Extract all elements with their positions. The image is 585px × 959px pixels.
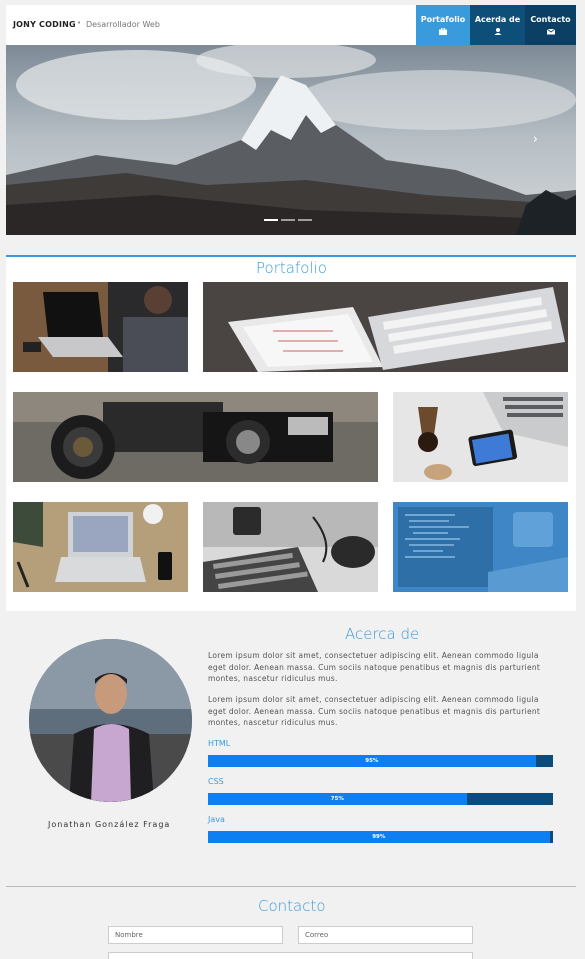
section-divider xyxy=(6,886,576,887)
portfolio-item-laptop-desk[interactable] xyxy=(13,282,188,372)
portfolio-title: Portafolio xyxy=(256,259,327,277)
contact-title: Contacto xyxy=(258,897,326,915)
skill-bar-fill: 95% xyxy=(208,755,536,767)
portfolio-item-tablet-keyboard[interactable] xyxy=(203,282,568,372)
brand-separator: • xyxy=(77,19,82,27)
portfolio-item-keyboard-mug[interactable] xyxy=(203,502,378,592)
nav-acerca[interactable]: Acerda de xyxy=(470,5,525,45)
site-header: JONY CODING • Desarrollador Web Portafol… xyxy=(6,5,576,45)
nav-label: Acerda de xyxy=(474,15,521,24)
hero-slider[interactable]: › xyxy=(6,45,576,235)
about-paragraph: Lorem ipsum dolor sit amet, consectetuer… xyxy=(208,695,541,727)
profile-photo xyxy=(29,639,192,802)
mountain-image xyxy=(6,45,576,235)
slider-dot[interactable] xyxy=(298,219,312,221)
skill-label-html: HTML xyxy=(208,739,231,748)
user-icon xyxy=(494,28,501,35)
email-field[interactable] xyxy=(298,926,473,944)
briefcase-icon xyxy=(439,28,447,35)
slider-dot[interactable] xyxy=(281,219,295,221)
slider-indicators xyxy=(264,219,312,221)
brand-name[interactable]: JONY CODING xyxy=(13,20,76,29)
skill-bar-css: 75% xyxy=(208,793,553,805)
profile-name: Jonathan González Fraga xyxy=(48,820,171,829)
about-paragraph: Lorem ipsum dolor sit amet, consectetuer… xyxy=(208,651,541,683)
message-field[interactable] xyxy=(108,952,473,959)
skill-bar-fill: 99% xyxy=(208,831,550,843)
name-field[interactable] xyxy=(108,926,283,944)
skill-label-java: Java xyxy=(208,815,225,824)
skill-bar-html: 95% xyxy=(208,755,553,767)
about-title: Acerca de xyxy=(345,625,420,643)
portfolio-item-code-laptop[interactable] xyxy=(393,502,568,592)
skill-bar-java: 99% xyxy=(208,831,553,843)
nav-label: Portafolio xyxy=(420,15,466,24)
slider-next-arrow[interactable]: › xyxy=(533,132,538,147)
portfolio-item-coffee-phone[interactable] xyxy=(393,392,568,482)
brand-subtitle: Desarrollador Web xyxy=(86,20,160,29)
portfolio-item-cameras[interactable] xyxy=(13,392,378,482)
skill-label-css: CSS xyxy=(208,777,224,786)
main-nav: Portafolio Acerda de Contacto xyxy=(416,5,576,45)
portfolio-item-macbook-table[interactable] xyxy=(13,502,188,592)
nav-label: Contacto xyxy=(530,15,571,24)
nav-contacto[interactable]: Contacto xyxy=(525,5,576,45)
skill-bar-fill: 75% xyxy=(208,793,467,805)
slider-dot[interactable] xyxy=(264,219,278,221)
nav-portafolio[interactable]: Portafolio xyxy=(416,5,470,45)
portfolio-section: Portafolio xyxy=(6,255,576,611)
envelope-icon xyxy=(546,28,555,35)
